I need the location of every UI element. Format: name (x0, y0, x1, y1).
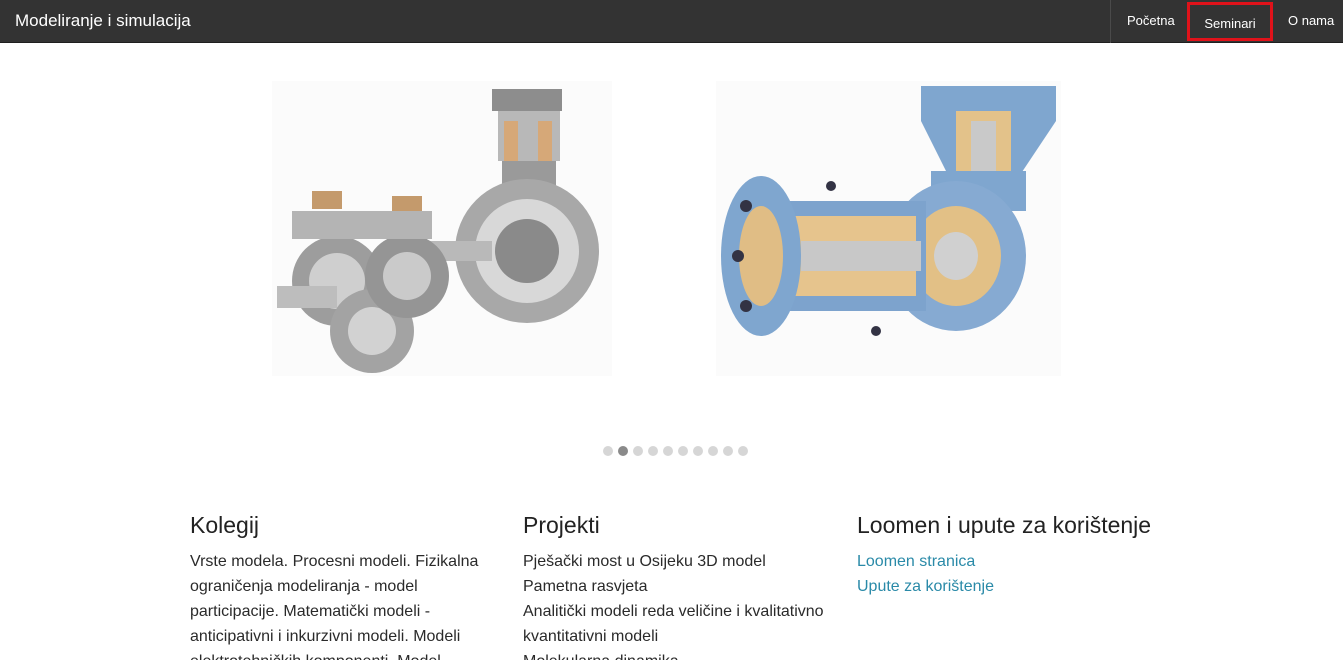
list-item: Pješački most u Osijeku 3D model (523, 553, 766, 570)
carousel-dot[interactable] (603, 446, 613, 456)
carousel-dot[interactable] (633, 446, 643, 456)
brand-link[interactable]: Modeliranje i simulacija (15, 0, 191, 43)
carousel-dot[interactable] (738, 446, 748, 456)
gear-assembly-illustration (277, 89, 599, 373)
nav-item-pocetna[interactable]: Početna (1127, 0, 1175, 43)
list-item: Analitički modeli reda veličine i kvalit… (523, 603, 824, 620)
section-description: Vrste modela. Procesni modeli. Fizikalna… (190, 553, 479, 660)
carousel-dot[interactable] (678, 446, 688, 456)
section-heading: Loomen i upute za korištenje (857, 512, 1152, 538)
carousel-dot[interactable] (648, 446, 658, 456)
gear-assembly-image (272, 81, 612, 376)
section-kolegij: Kolegij Vrste modela. Procesni modeli. F… (190, 511, 490, 660)
nav-item-seminari[interactable]: Seminari (1187, 2, 1273, 41)
carousel-dot[interactable] (693, 446, 703, 456)
carousel-indicators (603, 446, 748, 456)
instructions-link[interactable]: Upute za korištenje (857, 574, 1177, 599)
list-item: kvantitativni modeli (523, 628, 659, 645)
nav-divider (1110, 0, 1111, 43)
list-item: Pametna rasvjeta (523, 578, 648, 595)
section-heading: Projekti (523, 512, 600, 538)
section-heading: Kolegij (190, 512, 260, 538)
image-carousel (0, 43, 1343, 463)
gearbox-cutaway-illustration (721, 86, 1056, 336)
section-loomen: Loomen i upute za korištenje Loomen stra… (857, 511, 1177, 599)
nav-item-o-nama[interactable]: O nama (1288, 0, 1334, 43)
gearbox-cutaway-image (716, 81, 1061, 376)
list-item: Molekularna dinamika (523, 649, 823, 660)
top-navbar: Modeliranje i simulacija Početna Seminar… (0, 0, 1343, 43)
loomen-link[interactable]: Loomen stranica (857, 549, 1177, 574)
carousel-dot[interactable] (663, 446, 673, 456)
carousel-dot-active[interactable] (618, 446, 628, 456)
carousel-dot[interactable] (723, 446, 733, 456)
section-projekti: Projekti Pješački most u Osijeku 3D mode… (523, 511, 824, 660)
carousel-dot[interactable] (708, 446, 718, 456)
